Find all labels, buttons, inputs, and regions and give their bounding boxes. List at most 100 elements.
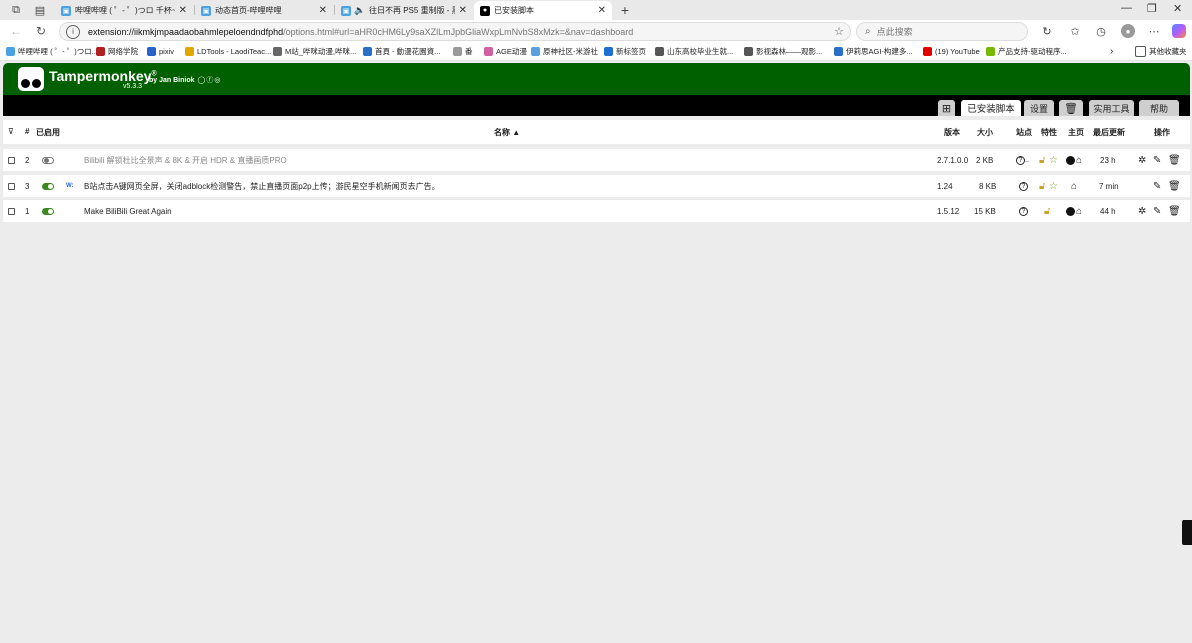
restore-icon[interactable]: ❐ (1147, 2, 1157, 15)
browser-tab-3[interactable]: ▣ 🔈 往日不再 PS5 重制版 - 黑桐 ✕ (335, 1, 473, 20)
enable-toggle[interactable] (42, 149, 54, 171)
bookmark-item[interactable]: 原神社区-米游社 (531, 45, 598, 58)
col-features[interactable]: 特性 (1041, 127, 1057, 138)
script-list: ⊽ # 已启用 名称 ▲ 版本 大小 站点 特性 主页 最后更新 操作 2 Bi… (3, 116, 1190, 640)
browser-tab-4-active[interactable]: ● 已安装脚本 ✕ (474, 1, 612, 20)
bookmark-item[interactable]: 首頁 - 動漫花園資... (363, 45, 440, 58)
add-script-icon[interactable]: ⊞ (938, 100, 955, 116)
debug-icon[interactable]: ✲ (1138, 200, 1146, 222)
close-window-icon[interactable]: ✕ (1173, 2, 1182, 15)
bookmark-item[interactable]: 网络学院 (96, 45, 138, 58)
bookmark-label: LDTools - LaodiTeac... (197, 47, 272, 56)
extension-refresh-icon[interactable]: ↻ (1040, 24, 1054, 38)
delete-icon[interactable]: 🗑︎ (1168, 175, 1181, 197)
site-unknown-icon[interactable]: ? (1019, 200, 1028, 222)
bookmark-item[interactable]: LDTools - LaodiTeac... (185, 45, 271, 58)
url-path: /options.html#url=aHR0cHM6Ly9saXZlLmJpbG… (283, 26, 634, 37)
row-select-checkbox[interactable] (8, 175, 15, 197)
debug-icon[interactable]: ✲ (1138, 149, 1146, 171)
minimize-icon[interactable]: — (1121, 2, 1132, 14)
browser-toolbar: ← ↻ i extension://iikmkjmpaadaobahmlepel… (0, 20, 1192, 43)
favorites-icon[interactable]: ✩ (1068, 24, 1082, 38)
browser-tab-1[interactable]: ▣ 哔哩哔哩 ( ゜- ゜)つロ 千杯~-bilib ✕ (55, 1, 193, 20)
bookmark-item[interactable]: 伊莉思AGI-构建多... (834, 45, 913, 58)
site-unknown-icon[interactable]: ?.. (1016, 149, 1029, 171)
bookmark-item[interactable]: 哔哩哔哩 ( ゜- ゜)つロ... (6, 45, 98, 58)
enable-toggle[interactable] (42, 175, 54, 197)
site-unknown-icon[interactable]: ? (1019, 175, 1028, 197)
col-homepage[interactable]: 主页 (1068, 127, 1084, 138)
bookmark-item[interactable]: 影视森林——观影... (744, 45, 822, 58)
tab-installed-scripts[interactable]: 已安装脚本 (961, 100, 1021, 116)
close-tab-icon[interactable]: ✕ (459, 5, 467, 16)
close-tab-icon[interactable]: ✕ (319, 5, 327, 16)
filter-icon[interactable]: ⊽ (8, 127, 14, 136)
side-panel-handle[interactable] (1182, 520, 1192, 545)
col-num[interactable]: # (25, 127, 29, 136)
script-updated[interactable]: 7 min (1099, 175, 1119, 197)
copilot-icon[interactable] (1172, 24, 1186, 38)
script-name[interactable]: Make BiliBili Great Again (84, 200, 172, 222)
col-actions[interactable]: 操作 (1154, 127, 1170, 138)
workspaces-icon[interactable]: ⧉ (8, 2, 24, 18)
script-updated[interactable]: 23 h (1100, 149, 1116, 171)
other-favorites[interactable]: 其他收藏夹 (1135, 45, 1187, 58)
bookmark-item[interactable]: 产品支持-驱动程序... (986, 45, 1067, 58)
edit-icon[interactable]: ✎ (1153, 200, 1161, 222)
bookmark-item[interactable]: M站_哔咪动漫,哔咪... (273, 45, 356, 58)
history-icon[interactable]: ◷ (1094, 24, 1108, 38)
browser-tab-bar: ⧉ ▤ ▣ 哔哩哔哩 ( ゜- ゜)つロ 千杯~-bilib ✕ ▣ 动态首页-… (0, 0, 1192, 20)
homepage-icon[interactable]: ⌂ (1066, 200, 1082, 222)
bookmark-item[interactable]: 新标签页 (604, 45, 646, 58)
bookmark-item[interactable]: 番 (453, 45, 473, 58)
delete-icon[interactable]: 🗑︎ (1168, 200, 1181, 222)
homepage-icon[interactable]: ⌂ (1066, 149, 1082, 171)
tab-settings[interactable]: 设置 (1024, 100, 1054, 116)
bookmark-item[interactable]: AGE动漫 (484, 45, 527, 58)
col-sites[interactable]: 站点 (1016, 127, 1032, 138)
bookmark-favicon-icon (96, 47, 105, 56)
row-select-checkbox[interactable] (8, 149, 15, 171)
bookmark-label: M站_哔咪动漫,哔咪... (285, 47, 357, 56)
search-placeholder: 点此搜索 (876, 27, 913, 37)
edit-icon[interactable]: ✎ (1153, 149, 1161, 171)
col-name[interactable]: 名称 ▲ (494, 127, 520, 138)
delete-icon[interactable]: 🗑︎ (1168, 149, 1181, 171)
edit-icon[interactable]: ✎ (1153, 175, 1161, 197)
refresh-icon[interactable]: ↻ (33, 23, 49, 39)
social-links-icon[interactable]: ◯ⓕ◎ (198, 77, 222, 84)
col-last-updated[interactable]: 最后更新 (1093, 127, 1125, 138)
bookmark-item[interactable]: 山东高校毕业生就... (655, 45, 733, 58)
favorite-star-icon[interactable]: ☆ (834, 25, 844, 38)
bookmark-label: 产品支持-驱动程序... (998, 47, 1067, 56)
tab-utilities[interactable]: 实用工具 (1089, 100, 1134, 116)
script-size: 2 KB (976, 155, 994, 165)
bilibili-favicon-icon: ▣ (201, 5, 211, 16)
row-select-checkbox[interactable] (8, 200, 15, 222)
homepage-icon[interactable]: ⌂ (1071, 175, 1077, 197)
site-info-icon[interactable]: i (66, 24, 80, 39)
bookmarks-overflow-icon[interactable]: › (1110, 45, 1113, 58)
tab-help[interactable]: 帮助 (1139, 100, 1179, 116)
bookmark-item[interactable]: pixiv (147, 45, 174, 58)
script-updated[interactable]: 44 h (1100, 200, 1116, 222)
more-menu-icon[interactable]: ⋯ (1147, 24, 1161, 38)
script-name[interactable]: B站点击A键网页全屏，关闭adblock检测警告，禁止直播页面p2p上传；游民星… (84, 175, 440, 197)
close-tab-icon[interactable]: ✕ (598, 5, 606, 16)
enable-toggle[interactable] (42, 200, 54, 222)
back-icon[interactable]: ← (8, 23, 24, 39)
new-tab-button[interactable]: + (617, 2, 633, 18)
vertical-tabs-icon[interactable]: ▤ (32, 2, 48, 18)
search-bar[interactable]: ⌕ 点此搜索 (856, 22, 1028, 41)
profile-avatar-icon[interactable]: ● (1121, 24, 1135, 38)
col-version[interactable]: 版本 (944, 127, 960, 138)
browser-tab-2[interactable]: ▣ 动态首页-哔哩哔哩 ✕ (195, 1, 333, 20)
audio-playing-icon[interactable]: 🔈 (354, 5, 365, 16)
script-name[interactable]: Bilibili 解锁杜比全景声 & 8K & 开启 HDR & 直播画质PRO (84, 149, 287, 171)
col-size[interactable]: 大小 (977, 127, 993, 138)
trash-tab-icon[interactable]: 🗑 (1059, 100, 1083, 116)
address-bar[interactable]: i extension://iikmkjmpaadaobahmlepeloend… (59, 22, 851, 41)
col-enabled[interactable]: 已启用 (36, 127, 60, 138)
bookmark-item[interactable]: (19) YouTube (923, 45, 980, 58)
close-tab-icon[interactable]: ✕ (179, 5, 187, 16)
